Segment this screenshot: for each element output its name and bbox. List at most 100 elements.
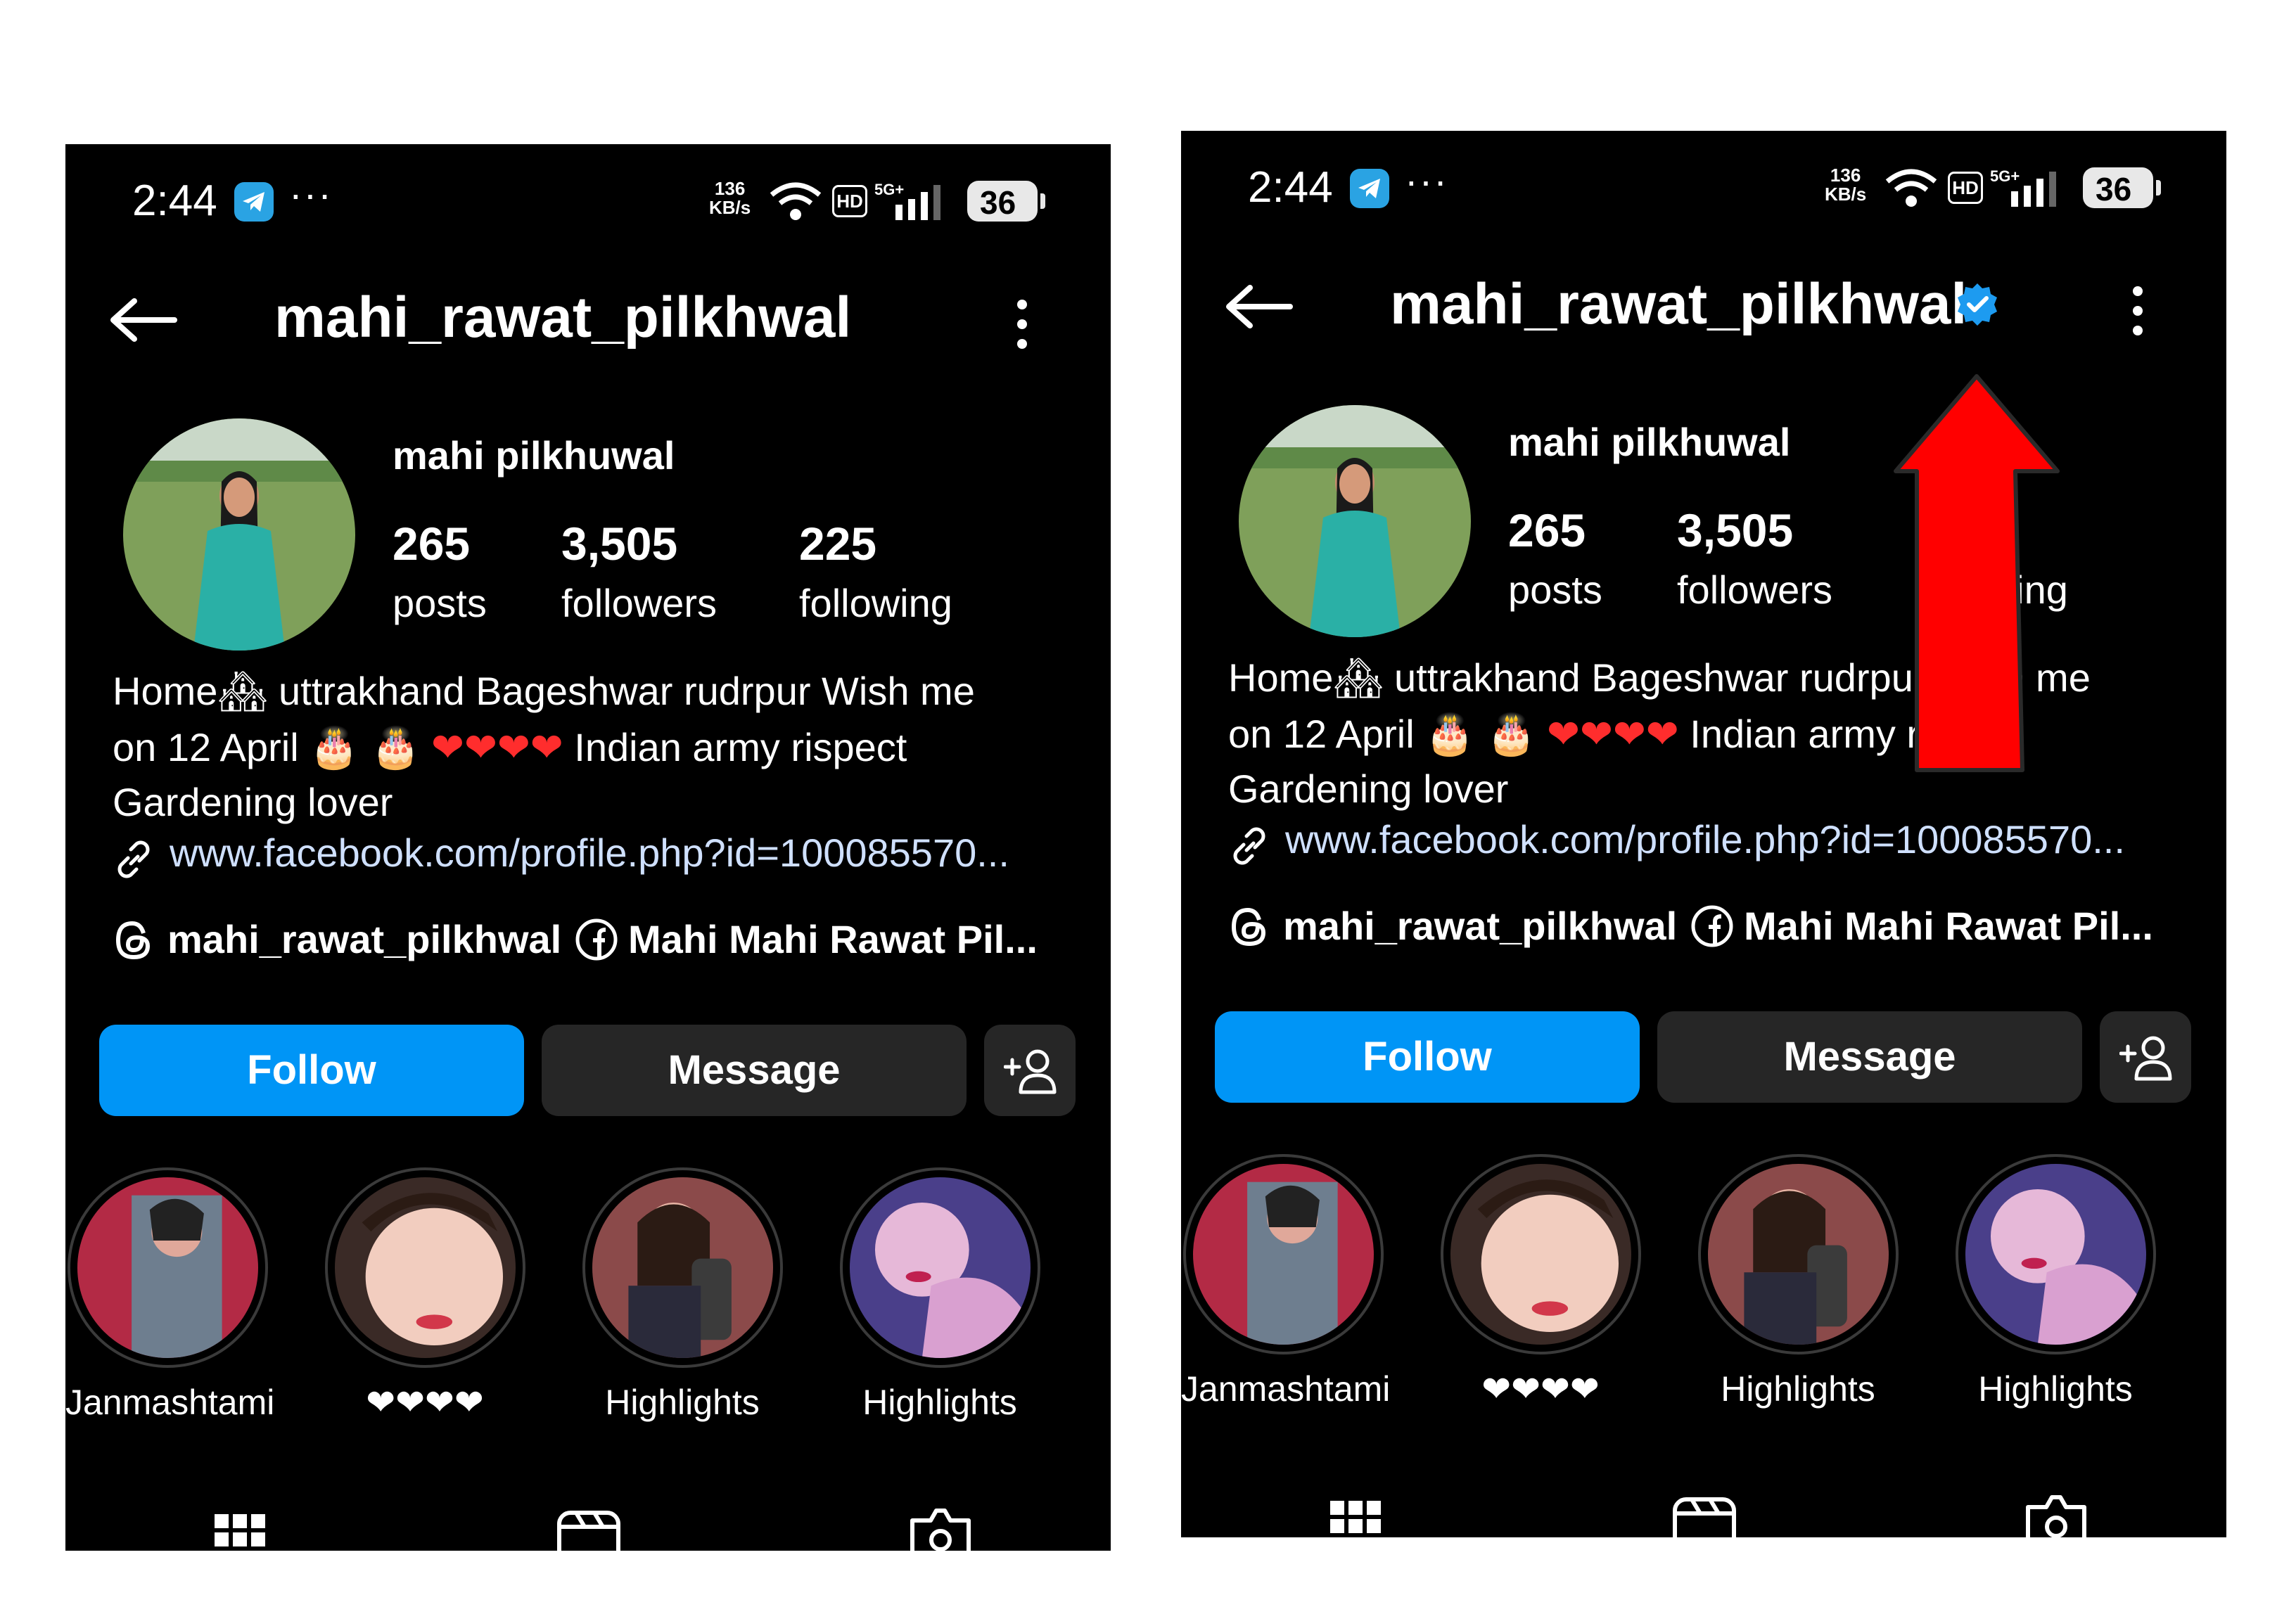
telegram-icon	[1350, 169, 1389, 208]
wifi-icon	[770, 182, 822, 220]
highlight-item[interactable]: ❤❤❤❤	[1439, 1154, 1643, 1409]
highlight-image	[1965, 1164, 2146, 1345]
speed-unit: KB/s	[709, 197, 751, 218]
highlight-label: Janmashtami	[65, 1383, 275, 1422]
bio-text: uttrakhand Bageshwar rudrpur Wish me	[267, 669, 975, 713]
highlight-image	[1192, 1164, 1374, 1345]
highlight-label: ❤❤❤❤	[1481, 1369, 1600, 1409]
cake-emoji: 🎂 🎂	[310, 725, 421, 771]
grid-icon[interactable]	[1329, 1497, 1382, 1537]
profile-screen-before: 2:44 ··· 136 KB/s HD 5G+ 36 mahi_rawat_p…	[65, 144, 1111, 1551]
highlight-item[interactable]: Highlights	[838, 1167, 1042, 1423]
house-emoji: 🏘	[217, 669, 268, 715]
following-count[interactable]: 225	[799, 517, 876, 570]
profile-screen-after: 2:44 ··· 136 KB/s HD 5G+ 36 mahi_rawat_p…	[1181, 131, 2226, 1537]
highlight-ring	[324, 1167, 525, 1368]
bio-text: Home	[113, 669, 218, 713]
followers-count[interactable]: 3,505	[561, 517, 677, 570]
threads-handle[interactable]: mahi_rawat_pilkhwal	[1283, 903, 1677, 949]
posts-count: 265	[1508, 504, 1586, 556]
svg-text:5G+: 5G+	[1990, 167, 2020, 185]
profile-link[interactable]: www.facebook.com/profile.php?id=10008557…	[170, 830, 1009, 876]
tagged-icon[interactable]	[908, 1505, 973, 1551]
bio-text: on 12 April	[113, 725, 310, 769]
profile-avatar[interactable]	[123, 418, 355, 651]
facebook-icon[interactable]	[1690, 904, 1734, 948]
highlight-item[interactable]: ❤❤❤❤	[323, 1167, 527, 1423]
posts-count: 265	[393, 518, 471, 570]
red-arrow-annotation	[1894, 374, 2060, 772]
highlight-image	[77, 1177, 258, 1358]
highlight-ring	[1697, 1154, 1899, 1354]
network-speed: 136 KB/s	[1825, 166, 1866, 204]
highlight-ring	[1955, 1154, 2156, 1354]
following-label[interactable]: following	[799, 580, 952, 626]
bio-line-3: Gardening lover	[113, 780, 393, 824]
speed-unit: KB/s	[1825, 184, 1867, 205]
grid-icon[interactable]	[213, 1510, 267, 1551]
bio-text: Indian army rispect	[563, 725, 907, 769]
message-button[interactable]: Message	[1657, 1011, 2082, 1103]
highlight-image	[1707, 1164, 1889, 1345]
profile-username: mahi_rawat_pilkhwal	[274, 286, 852, 350]
follow-button[interactable]: Follow	[1215, 1011, 1640, 1103]
profile-avatar[interactable]	[1239, 405, 1471, 637]
wifi-icon	[1885, 169, 1937, 207]
facebook-name[interactable]: Mahi Mahi Rawat Pil...	[1744, 903, 2153, 949]
highlight-image	[592, 1177, 773, 1358]
posts-label: posts	[393, 581, 487, 625]
follow-button[interactable]: Follow	[99, 1025, 524, 1116]
signal-icon: 5G+	[874, 181, 940, 220]
highlight-item[interactable]: Highlights	[1953, 1154, 2157, 1409]
threads-icon[interactable]	[1228, 904, 1270, 949]
status-time: 2:44	[132, 177, 217, 225]
speed-value: 136	[714, 178, 746, 199]
followers-label[interactable]: followers	[561, 580, 717, 626]
highlight-item[interactable]: Highlights	[1696, 1154, 1900, 1409]
highlight-ring	[1440, 1154, 1641, 1354]
display-name: mahi pilkhuwal	[1508, 420, 1791, 464]
add-user-button[interactable]	[2100, 1011, 2191, 1103]
highlight-label: ❤❤❤❤	[366, 1383, 484, 1422]
followers-label[interactable]: followers	[1677, 567, 1832, 613]
threads-icon[interactable]	[113, 918, 155, 963]
message-button[interactable]: Message	[542, 1025, 967, 1116]
svg-text:5G+: 5G+	[874, 181, 904, 198]
hd-icon: HD	[832, 185, 867, 217]
facebook-icon[interactable]	[575, 918, 618, 961]
add-user-button[interactable]	[984, 1025, 1076, 1116]
followers-count[interactable]: 3,505	[1677, 504, 1793, 557]
battery-icon: 36	[967, 181, 1038, 222]
more-vertical-icon[interactable]	[2131, 286, 2145, 336]
battery-cap	[2156, 180, 2161, 196]
facebook-name[interactable]: Mahi Mahi Rawat Pil...	[628, 916, 1038, 962]
reels-icon[interactable]	[1672, 1495, 1737, 1537]
bio-line-1: Home🏘 uttrakhand Bageshwar rudrpur Wish …	[113, 668, 975, 715]
highlight-image	[1450, 1164, 1631, 1345]
battery-icon: 36	[2083, 167, 2153, 208]
hd-icon: HD	[1948, 172, 1983, 204]
more-vertical-icon[interactable]	[1015, 299, 1029, 350]
highlight-label: Highlights	[862, 1383, 1017, 1422]
verified-badge-icon	[1958, 283, 1997, 326]
profile-username: mahi_rawat_pilkhwal	[1390, 272, 1967, 336]
tagged-icon[interactable]	[2024, 1492, 2088, 1537]
profile-link[interactable]: www.facebook.com/profile.php?id=10008557…	[1285, 816, 2125, 862]
heart-emoji: ❤❤❤❤	[431, 725, 563, 771]
highlight-ring	[839, 1167, 1040, 1368]
reels-icon[interactable]	[556, 1509, 621, 1551]
link-icon	[117, 840, 150, 878]
highlight-item[interactable]: Highlights	[580, 1167, 784, 1423]
add-user-icon	[2119, 1036, 2172, 1081]
back-arrow-icon[interactable]	[108, 295, 178, 345]
battery-level: 36	[980, 184, 1016, 221]
highlight-item[interactable]: Janmashtami	[1181, 1154, 1390, 1409]
threads-handle[interactable]: mahi_rawat_pilkhwal	[167, 916, 561, 962]
bio-text: on 12 April	[1228, 712, 1426, 756]
bio-line-3: Gardening lover	[1228, 767, 1509, 811]
highlight-image	[334, 1177, 516, 1358]
posts-label: posts	[1508, 568, 1602, 612]
speed-value: 136	[1830, 165, 1861, 186]
back-arrow-icon[interactable]	[1223, 282, 1294, 331]
highlight-item[interactable]: Janmashtami	[65, 1167, 275, 1423]
